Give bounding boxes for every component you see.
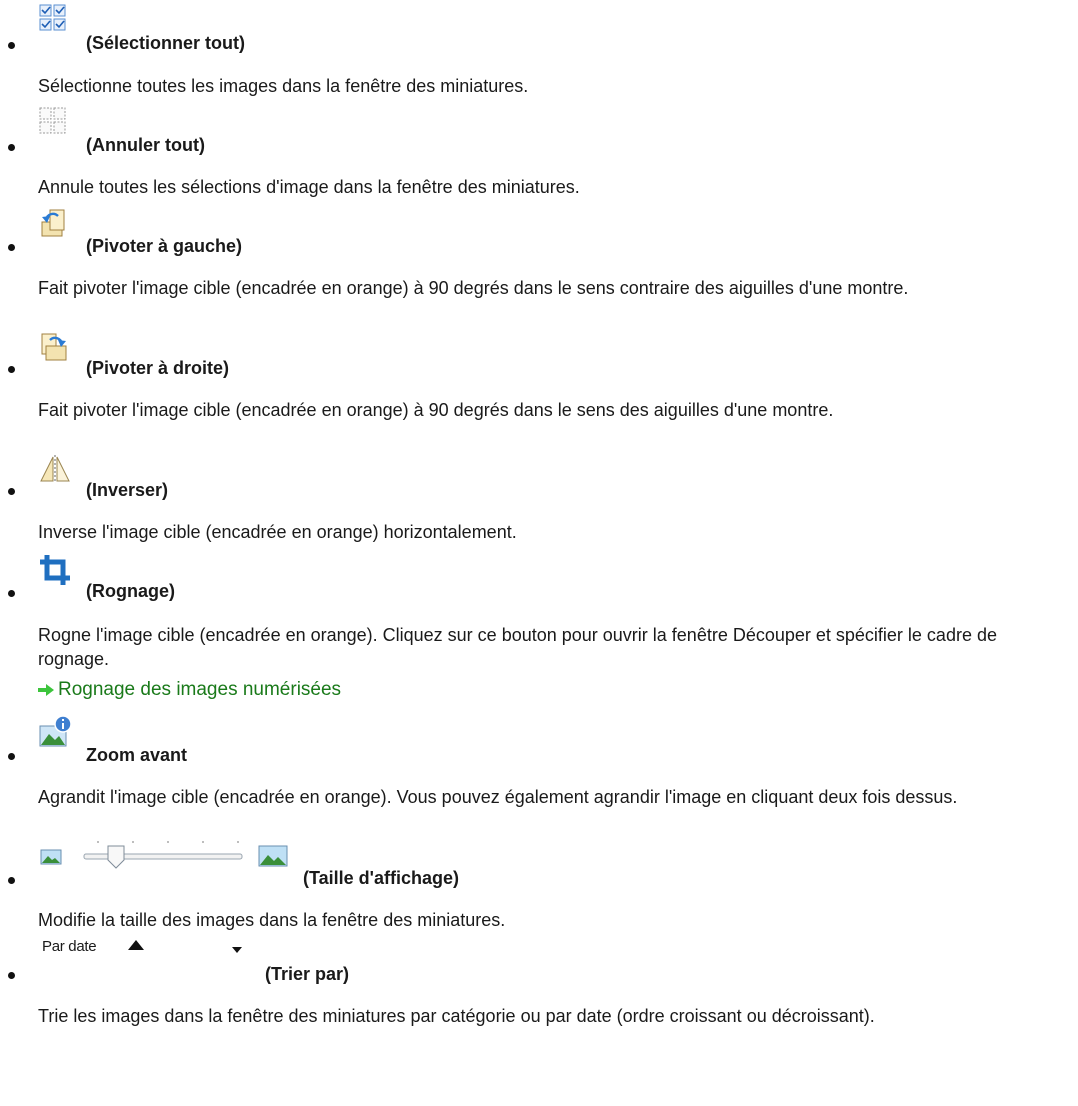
bullet: [8, 488, 15, 495]
item-description: Fait pivoter l'image cible (encadrée en …: [38, 400, 834, 420]
sort-dropdown-value: Par date: [42, 938, 97, 955]
bullet: [8, 877, 15, 884]
item-description: Rogne l'image cible (encadrée en orange)…: [38, 625, 997, 669]
item-title: (Taille d'affichage): [303, 868, 459, 888]
bullet: [8, 590, 15, 597]
bullet: [8, 244, 15, 251]
crop-icon[interactable]: [38, 553, 72, 587]
bullet: [8, 972, 15, 979]
item-title: (Rognage): [86, 581, 175, 601]
small-image-icon: [40, 849, 62, 865]
item-description: Fait pivoter l'image cible (encadrée en …: [38, 278, 909, 298]
zoom-in-icon[interactable]: [38, 714, 74, 750]
bullet: [8, 366, 15, 373]
item-title: (Sélectionner tout): [86, 33, 246, 53]
item-title: (Pivoter à gauche): [86, 236, 243, 256]
item-title: (Inverser): [86, 480, 169, 500]
item-description: Trie les images dans la fenêtre des mini…: [38, 1006, 875, 1026]
rotate-left-icon[interactable]: [38, 208, 70, 240]
large-image-icon: [258, 845, 288, 867]
slider-track[interactable]: [78, 838, 246, 872]
display-size-slider[interactable]: [40, 838, 302, 872]
sort-dropdown[interactable]: Par date: [38, 934, 250, 962]
crop-help-link[interactable]: Rognage des images numérisées: [38, 679, 341, 701]
rotate-right-icon[interactable]: [38, 332, 70, 364]
invert-icon[interactable]: [38, 453, 72, 485]
ascending-arrow-icon: [128, 940, 144, 950]
item-description: Sélectionne toutes les images dans la fe…: [38, 76, 529, 96]
link-label[interactable]: Rognage des images numérisées: [58, 679, 341, 700]
select-all-icon[interactable]: [38, 3, 68, 33]
bullet: [8, 144, 15, 151]
item-title: (Annuler tout): [86, 135, 205, 155]
item-description: Agrandit l'image cible (encadrée en oran…: [38, 787, 958, 807]
item-title: (Pivoter à droite): [86, 358, 230, 378]
item-description: Inverse l'image cible (encadrée en orang…: [38, 522, 517, 542]
cancel-all-icon[interactable]: [38, 106, 68, 136]
arrow-right-icon: [38, 683, 54, 696]
item-title: Zoom avant: [86, 745, 188, 765]
item-description: Modifie la taille des images dans la fen…: [38, 910, 506, 930]
chevron-down-icon[interactable]: [232, 947, 242, 953]
bullet: [8, 42, 15, 49]
bullet: [8, 753, 15, 760]
item-description: Annule toutes les sélections d'image dan…: [38, 177, 580, 197]
slider-thumb[interactable]: [107, 845, 125, 869]
item-title: (Trier par): [265, 964, 350, 984]
